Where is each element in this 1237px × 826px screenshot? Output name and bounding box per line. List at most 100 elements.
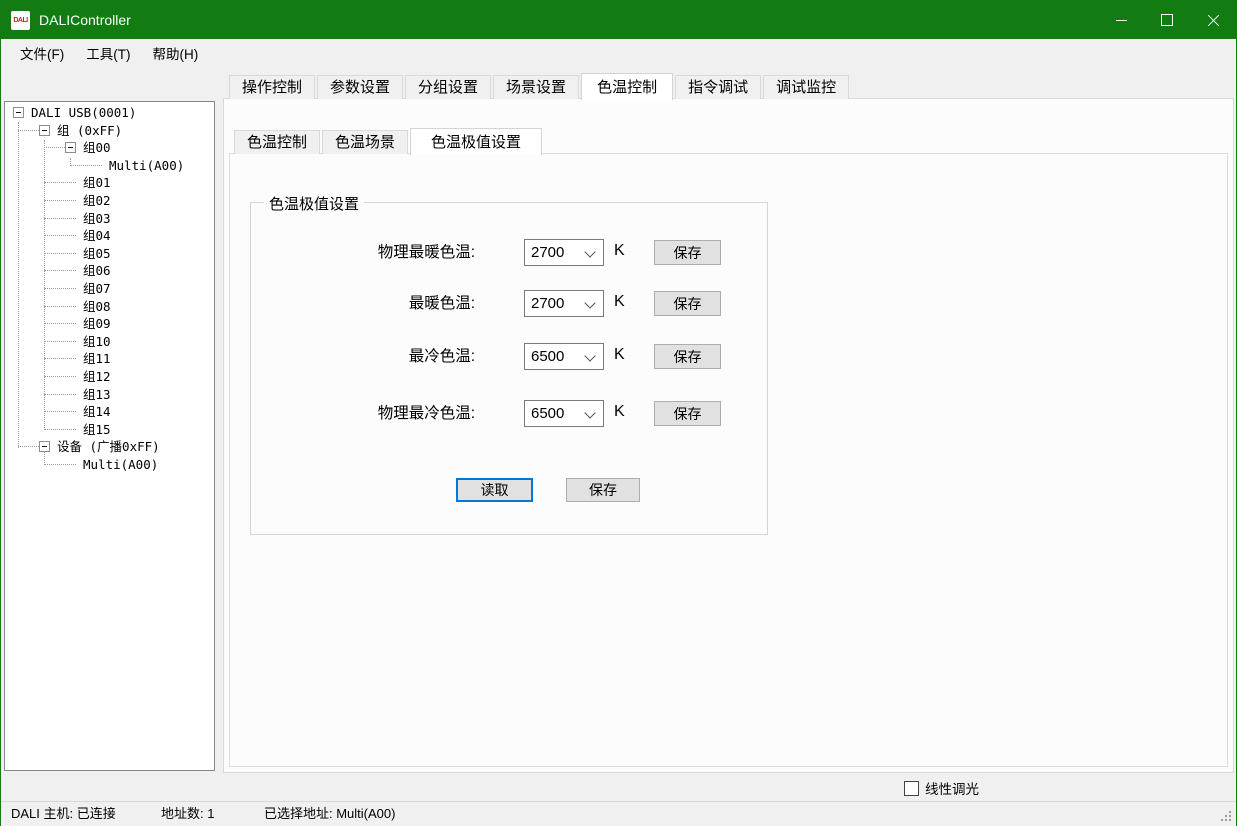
minimize-button[interactable]: [1098, 1, 1144, 39]
menubar: 文件(F)工具(T)帮助(H): [1, 39, 1236, 71]
resize-grip-icon[interactable]: [1221, 811, 1232, 822]
cct-value-combobox[interactable]: 6500: [524, 343, 604, 370]
cct-form-row: 最暖色温: 2700 K 保存: [251, 290, 767, 317]
tree-item[interactable]: 组10: [5, 333, 214, 351]
tree-connector: [44, 288, 76, 289]
tree-connector: [18, 130, 39, 131]
menu-item[interactable]: 工具(T): [75, 39, 141, 71]
tree-item-label: 组00: [83, 140, 111, 156]
main-tab[interactable]: 参数设置: [317, 75, 403, 99]
tree-item-label: Multi(A00): [83, 457, 158, 473]
tree-item-label: 组05: [83, 246, 111, 262]
chevron-down-icon[interactable]: [584, 407, 595, 418]
tree-item[interactable]: 设备 (广播0xFF): [5, 438, 214, 456]
cct-form-row: 物理最暖色温:2700K保存: [251, 239, 767, 266]
tree-item[interactable]: Multi(A00): [5, 157, 214, 175]
row-save-button[interactable]: 保存: [654, 291, 721, 316]
tree-item-label: 组11: [83, 351, 111, 367]
tree-connector: [44, 464, 76, 465]
tree-item[interactable]: 组11: [5, 350, 214, 368]
row-save-button[interactable]: 保存: [654, 401, 721, 426]
chevron-down-icon[interactable]: [584, 350, 595, 361]
menu-item[interactable]: 文件(F): [9, 39, 75, 71]
device-tree: DALI USB(0001)组 (0xFF)组00Multi(A00)组01组0…: [4, 101, 215, 771]
chevron-down-icon[interactable]: [584, 297, 595, 308]
main-tab[interactable]: 场景设置: [493, 75, 579, 99]
minimize-icon: [1116, 20, 1127, 21]
sub-tab[interactable]: 色温控制: [234, 130, 320, 154]
unit-label: K: [614, 293, 625, 311]
read-button[interactable]: 读取: [456, 478, 533, 502]
tree-item[interactable]: 组02: [5, 192, 214, 210]
cct-value-combobox[interactable]: 6500: [524, 400, 604, 427]
tree-connector: [70, 165, 102, 166]
tree-item[interactable]: Multi(A00): [5, 456, 214, 474]
sub-tab[interactable]: 色温极值设置: [410, 128, 542, 155]
tree-item-label: 组14: [83, 404, 111, 420]
sub-tab[interactable]: 色温场景: [322, 130, 408, 154]
tree-item-label: 组02: [83, 193, 111, 209]
tree-connector: [44, 376, 76, 377]
field-label: 最暖色温:: [251, 290, 475, 317]
tree-item-label: 组09: [83, 316, 111, 332]
cct-extremes-groupbox: 色温极值设置 物理最暖色温:2700K保存最暖色温:2700K保存最冷色温:65…: [250, 202, 768, 535]
close-button[interactable]: [1190, 1, 1236, 39]
tree-item-label: 组 (0xFF): [57, 123, 122, 139]
tree-item-label: 组04: [83, 228, 111, 244]
tree-item[interactable]: 组01: [5, 174, 214, 192]
linear-dimming-option[interactable]: 线性调光: [904, 779, 979, 797]
tree-item[interactable]: 组06: [5, 262, 214, 280]
cct-form-row: 物理最冷色温: 6500 K 保存: [251, 400, 767, 427]
cct-value-combobox[interactable]: 2700: [524, 290, 604, 317]
main-tab[interactable]: 调试监控: [763, 75, 849, 99]
chevron-down-icon[interactable]: [584, 246, 595, 257]
combobox-value: 2700: [531, 240, 564, 265]
row-save-button[interactable]: 保存: [654, 240, 721, 265]
main-tab[interactable]: 色温控制: [581, 73, 673, 100]
tree-item-label: 组15: [83, 422, 111, 438]
tree-item[interactable]: 组04: [5, 227, 214, 245]
tree-collapse-icon[interactable]: [39, 125, 50, 136]
tree-item-label: 组07: [83, 281, 111, 297]
menu-item[interactable]: 帮助(H): [142, 39, 210, 71]
close-icon: [1207, 14, 1220, 27]
main-tab[interactable]: 分组设置: [405, 75, 491, 99]
groupbox-title: 色温极值设置: [264, 193, 364, 214]
linear-dimming-checkbox[interactable]: [904, 781, 919, 796]
tree-connector: [44, 147, 65, 148]
tree-item[interactable]: 组09: [5, 315, 214, 333]
tree-collapse-icon[interactable]: [39, 441, 50, 452]
tree-collapse-icon[interactable]: [13, 107, 24, 118]
main-tab[interactable]: 操作控制: [229, 75, 315, 99]
cct-form-row: 最冷色温:6500K保存: [251, 343, 767, 370]
tree-connector: [44, 253, 76, 254]
main-tab[interactable]: 指令调试: [675, 75, 761, 99]
field-label: 物理最冷色温:: [251, 400, 475, 427]
unit-label: K: [614, 403, 625, 421]
tree-item[interactable]: 组05: [5, 245, 214, 263]
tree-item[interactable]: 组12: [5, 368, 214, 386]
field-label: 物理最暖色温:: [251, 239, 475, 266]
tree-item[interactable]: 组15: [5, 421, 214, 439]
tree-item[interactable]: 组 (0xFF): [5, 122, 214, 140]
tree-item-label: 组08: [83, 299, 111, 315]
save-all-button[interactable]: 保存: [566, 478, 640, 502]
tree-connector: [44, 200, 76, 201]
tree-item-label: 组12: [83, 369, 111, 385]
row-save-button[interactable]: 保存: [654, 344, 721, 369]
tree-item[interactable]: 组03: [5, 210, 214, 228]
window-controls: [1098, 1, 1236, 39]
tree-item[interactable]: 组07: [5, 280, 214, 298]
maximize-icon: [1161, 14, 1173, 26]
tree-connector: [44, 341, 76, 342]
tree-collapse-icon[interactable]: [65, 142, 76, 153]
tree-item[interactable]: 组00: [5, 139, 214, 157]
maximize-button[interactable]: [1144, 1, 1190, 39]
tree-item[interactable]: 组08: [5, 298, 214, 316]
tree-item[interactable]: DALI USB(0001): [5, 104, 214, 122]
subtab-page: 色温极值设置 物理最暖色温:2700K保存最暖色温:2700K保存最冷色温:65…: [229, 153, 1228, 767]
tree-connector: [44, 358, 76, 359]
tree-item[interactable]: 组14: [5, 403, 214, 421]
cct-value-combobox[interactable]: 2700: [524, 239, 604, 266]
tree-item[interactable]: 组13: [5, 386, 214, 404]
